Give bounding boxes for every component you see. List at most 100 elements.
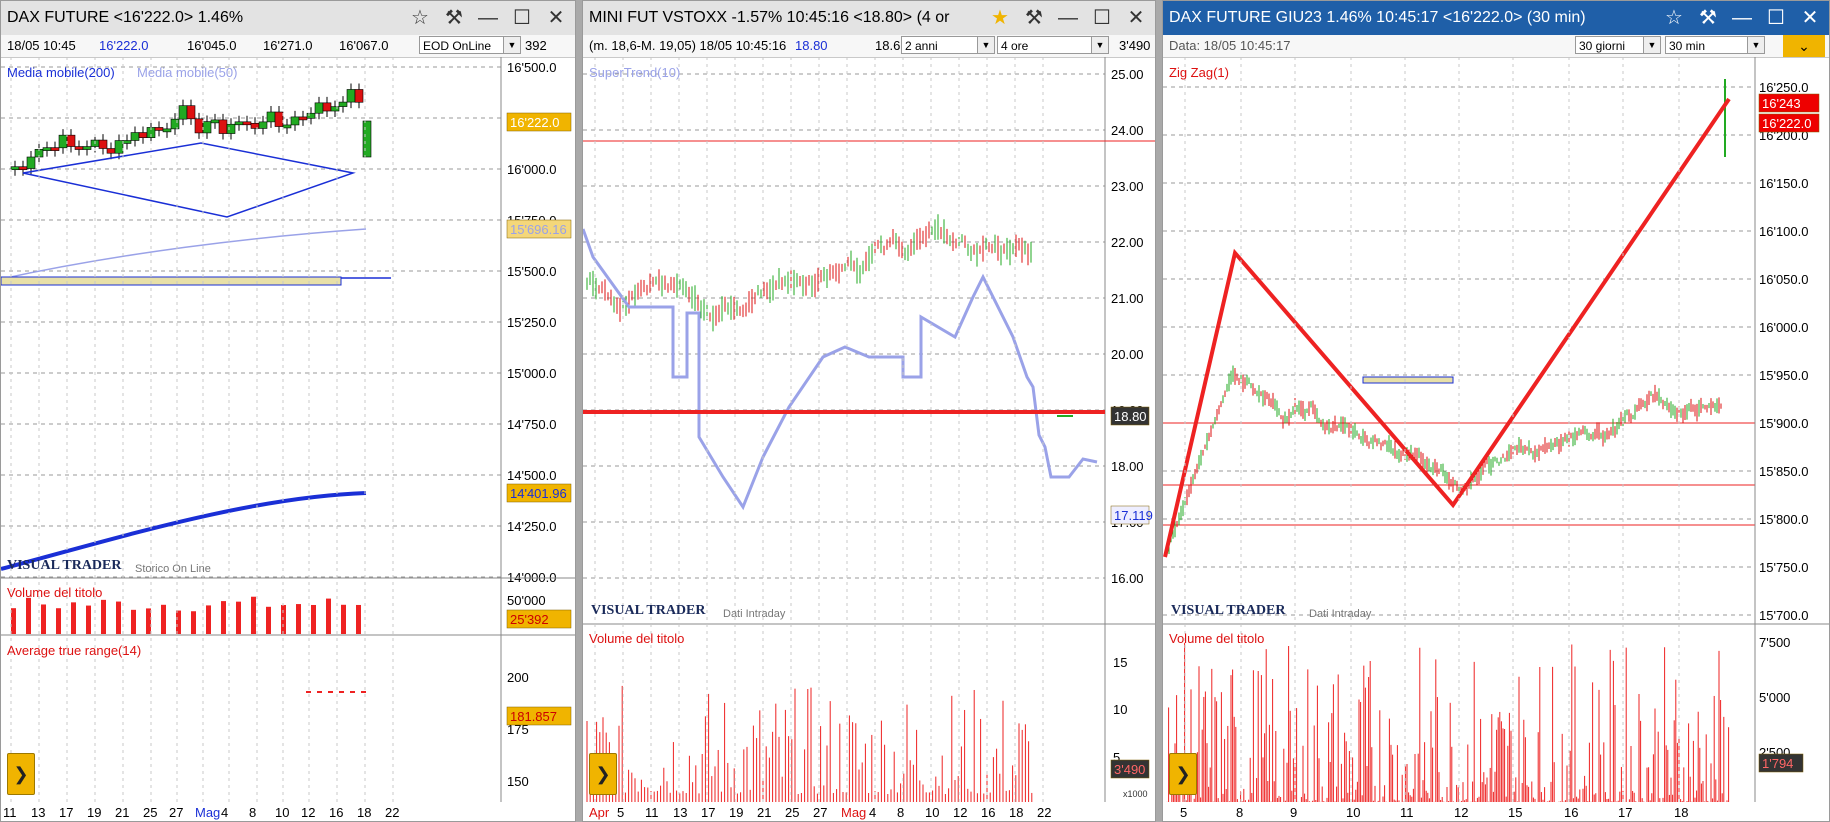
info-bar: (m. 18,6-M. 19,05) 18/05 10:45:16 18.80 … bbox=[583, 35, 1155, 58]
star-icon[interactable]: ☆ bbox=[1659, 4, 1689, 32]
x-tick-label: 11 bbox=[1400, 805, 1414, 820]
zone-band bbox=[1362, 376, 1454, 384]
window-titlebar[interactable]: DAX FUTURE GIU23 1.46% 10:45:17 <16'222.… bbox=[1163, 1, 1829, 36]
period-select[interactable]: 30 giorni ▼ bbox=[1575, 36, 1661, 54]
minimize-icon[interactable]: — bbox=[1053, 4, 1083, 32]
y-tick-label: 16'500.0 bbox=[507, 60, 556, 75]
brand-sub: Storico On Line bbox=[135, 563, 211, 575]
candle-body bbox=[194, 118, 204, 134]
info-low: 16'067.0 bbox=[339, 38, 389, 53]
feed-select[interactable]: EOD OnLine ▼ bbox=[419, 36, 521, 54]
tools-icon[interactable]: ⚒ bbox=[439, 4, 469, 32]
x-tick-label: Apr bbox=[589, 805, 610, 820]
chart-area[interactable]: 16'250.016'200.016'150.016'100.016'050.0… bbox=[1163, 57, 1830, 821]
collapse-chevron-button[interactable]: ⌄ bbox=[1783, 35, 1825, 57]
info-high: 16'271.0 bbox=[263, 38, 313, 53]
x-tick-label: 25 bbox=[143, 805, 157, 820]
volume-bar bbox=[251, 596, 256, 634]
y-tick-label: 23.00 bbox=[1111, 179, 1144, 194]
x-tick-label: 16 bbox=[981, 805, 995, 820]
ma50-line bbox=[1, 228, 367, 280]
minimize-icon[interactable]: — bbox=[473, 4, 503, 32]
supertrend-line bbox=[583, 228, 1098, 511]
price-badge-last: 16'222.0 bbox=[510, 115, 559, 130]
zigzag-line bbox=[1163, 97, 1731, 558]
window-titlebar[interactable]: MINI FUT VSTOXX -1.57% 10:45:16 <18.80> … bbox=[583, 1, 1155, 36]
x-tick-label: Mag bbox=[841, 805, 866, 820]
window-titlebar[interactable]: DAX FUTURE <16'222.0> 1.46% ☆ ⚒ — ☐ ✕ bbox=[1, 1, 575, 36]
x-tick-label: 17 bbox=[1618, 805, 1632, 820]
indicator-supertrend-label: SuperTrend(10) bbox=[589, 65, 681, 80]
maximize-icon[interactable]: ☐ bbox=[1087, 4, 1117, 32]
tools-icon[interactable]: ⚒ bbox=[1693, 4, 1723, 32]
candle-body bbox=[210, 119, 220, 124]
tools-icon[interactable]: ⚒ bbox=[1019, 4, 1049, 32]
x-tick-label: 13 bbox=[31, 805, 45, 820]
atr-label: Average true range(14) bbox=[7, 643, 142, 658]
volume-bar bbox=[191, 611, 196, 634]
expand-arrow-button[interactable]: ❯ bbox=[589, 753, 617, 795]
volume-bar bbox=[311, 604, 316, 634]
volume-label: Volume del titolo bbox=[7, 585, 103, 600]
y-tick-label: 15'000.0 bbox=[507, 366, 556, 381]
period-select[interactable]: 2 anni ▼ bbox=[901, 36, 995, 54]
candle-body bbox=[66, 134, 76, 147]
candle-body bbox=[98, 139, 108, 149]
volume-label: Volume del titolo bbox=[589, 631, 685, 646]
x-tick-label: 25 bbox=[785, 805, 799, 820]
y-tick-label: 15'250.0 bbox=[507, 315, 556, 330]
y-tick-label: 20.00 bbox=[1111, 347, 1144, 362]
candle-body bbox=[162, 128, 172, 133]
expand-arrow-button[interactable]: ❯ bbox=[7, 753, 35, 795]
volume-bar bbox=[221, 601, 226, 634]
volume-bar bbox=[236, 601, 241, 634]
chart-area[interactable]: 25.0024.0023.0022.0021.0020.0019.0018.00… bbox=[583, 57, 1156, 821]
atr-tick-label: 150 bbox=[507, 774, 529, 789]
volume-bar bbox=[101, 599, 106, 634]
close-icon[interactable]: ✕ bbox=[541, 4, 571, 32]
indicator-zigzag-label: Zig Zag(1) bbox=[1169, 65, 1229, 80]
candle-body bbox=[282, 124, 292, 129]
price-badge-zigzag: 16'243 bbox=[1762, 96, 1801, 111]
brand-logo: VISUAL TRADER bbox=[1171, 603, 1286, 618]
close-icon[interactable]: ✕ bbox=[1121, 4, 1151, 32]
y-tick-label: 15'500.0 bbox=[507, 264, 556, 279]
diamond-pattern bbox=[22, 142, 356, 218]
volume-badge: 1'794 bbox=[1762, 756, 1793, 771]
y-tick-label: 16.00 bbox=[1111, 571, 1144, 586]
candle-body bbox=[50, 147, 60, 151]
x-tick-label: 27 bbox=[813, 805, 827, 820]
minimize-icon[interactable]: — bbox=[1727, 4, 1757, 32]
indicator-ma200-label: Media mobile(200) bbox=[7, 65, 115, 80]
close-icon[interactable]: ✕ bbox=[1795, 4, 1825, 32]
info-bar: Data: 18/05 10:45:17 30 giorni ▼ 30 min ▼ … bbox=[1163, 35, 1829, 58]
volume-bar bbox=[71, 602, 76, 634]
x-tick-label: 4 bbox=[869, 805, 876, 820]
volume-bar bbox=[146, 608, 151, 634]
star-filled-icon[interactable]: ★ bbox=[985, 4, 1015, 32]
candle-body bbox=[322, 102, 332, 112]
candle-body bbox=[186, 105, 196, 120]
window-title: MINI FUT VSTOXX -1.57% 10:45:16 <18.80> … bbox=[589, 9, 950, 26]
chart-area[interactable]: 16'500.016'250.016'000.015'750.015'500.0… bbox=[1, 57, 576, 821]
x-tick-label: 22 bbox=[385, 805, 399, 820]
volume-bar bbox=[41, 604, 46, 634]
timeframe-select[interactable]: 4 ore ▼ bbox=[997, 36, 1109, 54]
maximize-icon[interactable]: ☐ bbox=[507, 4, 537, 32]
y-tick-label: 15'950.0 bbox=[1759, 368, 1808, 383]
price-badge-supertrend: 17.119 bbox=[1114, 508, 1153, 523]
maximize-icon[interactable]: ☐ bbox=[1761, 4, 1791, 32]
candle-body bbox=[242, 121, 252, 126]
volume-bar bbox=[206, 605, 211, 634]
timeframe-select[interactable]: 30 min ▼ bbox=[1665, 36, 1765, 54]
x-tick-label: 18 bbox=[1674, 805, 1688, 820]
y-tick-label: 16'150.0 bbox=[1759, 176, 1808, 191]
x-tick-label: 21 bbox=[757, 805, 771, 820]
expand-arrow-button[interactable]: ❯ bbox=[1169, 753, 1197, 795]
star-icon[interactable]: ☆ bbox=[405, 4, 435, 32]
x-tick-label: 12 bbox=[301, 805, 315, 820]
volume-bar bbox=[131, 609, 136, 634]
candle-body bbox=[306, 112, 316, 119]
x-tick-label: 18 bbox=[1009, 805, 1023, 820]
price-badge-ma200: 14'401.96 bbox=[510, 486, 567, 501]
